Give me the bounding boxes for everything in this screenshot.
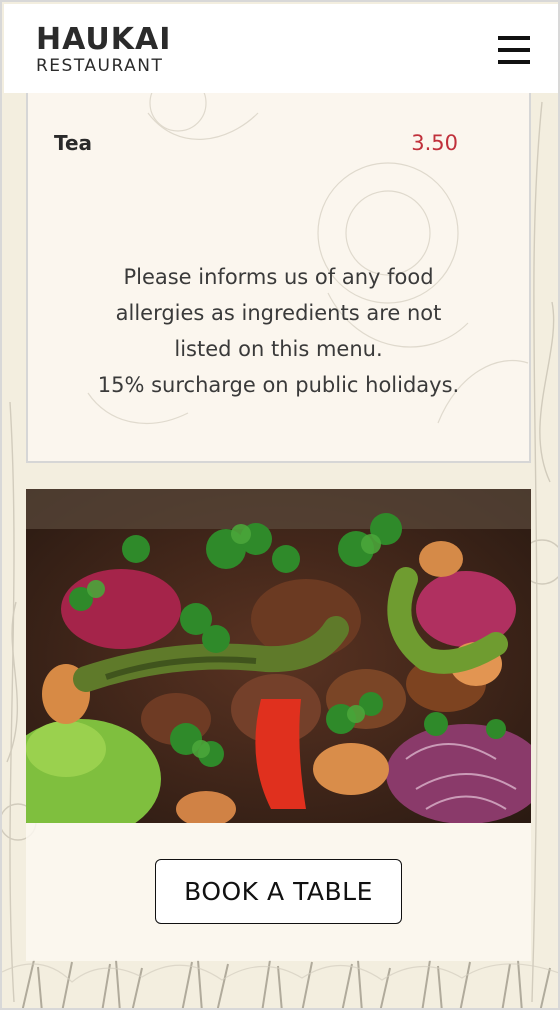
page-frame: HAUKAI RESTAURANT Tea 3.50 Please inform… <box>0 0 560 1010</box>
food-illustration <box>26 489 531 823</box>
menu-item-name: Tea <box>54 131 93 155</box>
hamburger-icon[interactable] <box>498 36 530 64</box>
menu-item-row: Tea 3.50 <box>54 131 458 159</box>
logo[interactable]: HAUKAI RESTAURANT <box>36 22 172 77</box>
menu-notice: Please informs us of any food allergies … <box>28 259 529 403</box>
menu-panel: Tea 3.50 Please informs us of any food a… <box>26 93 531 463</box>
notice-line: 15% surcharge on public holidays. <box>97 373 460 397</box>
site-header: HAUKAI RESTAURANT <box>4 4 558 93</box>
notice-line: listed on this menu. <box>174 337 383 361</box>
logo-subtitle: RESTAURANT <box>36 56 164 76</box>
notice-line: Please informs us of any food <box>123 265 434 289</box>
food-photo <box>26 489 531 823</box>
logo-name: HAUKAI <box>36 22 172 57</box>
notice-line: allergies as ingredients are not <box>115 301 442 325</box>
book-table-button[interactable]: BOOK A TABLE <box>155 859 402 924</box>
menu-item-price: 3.50 <box>411 131 458 155</box>
